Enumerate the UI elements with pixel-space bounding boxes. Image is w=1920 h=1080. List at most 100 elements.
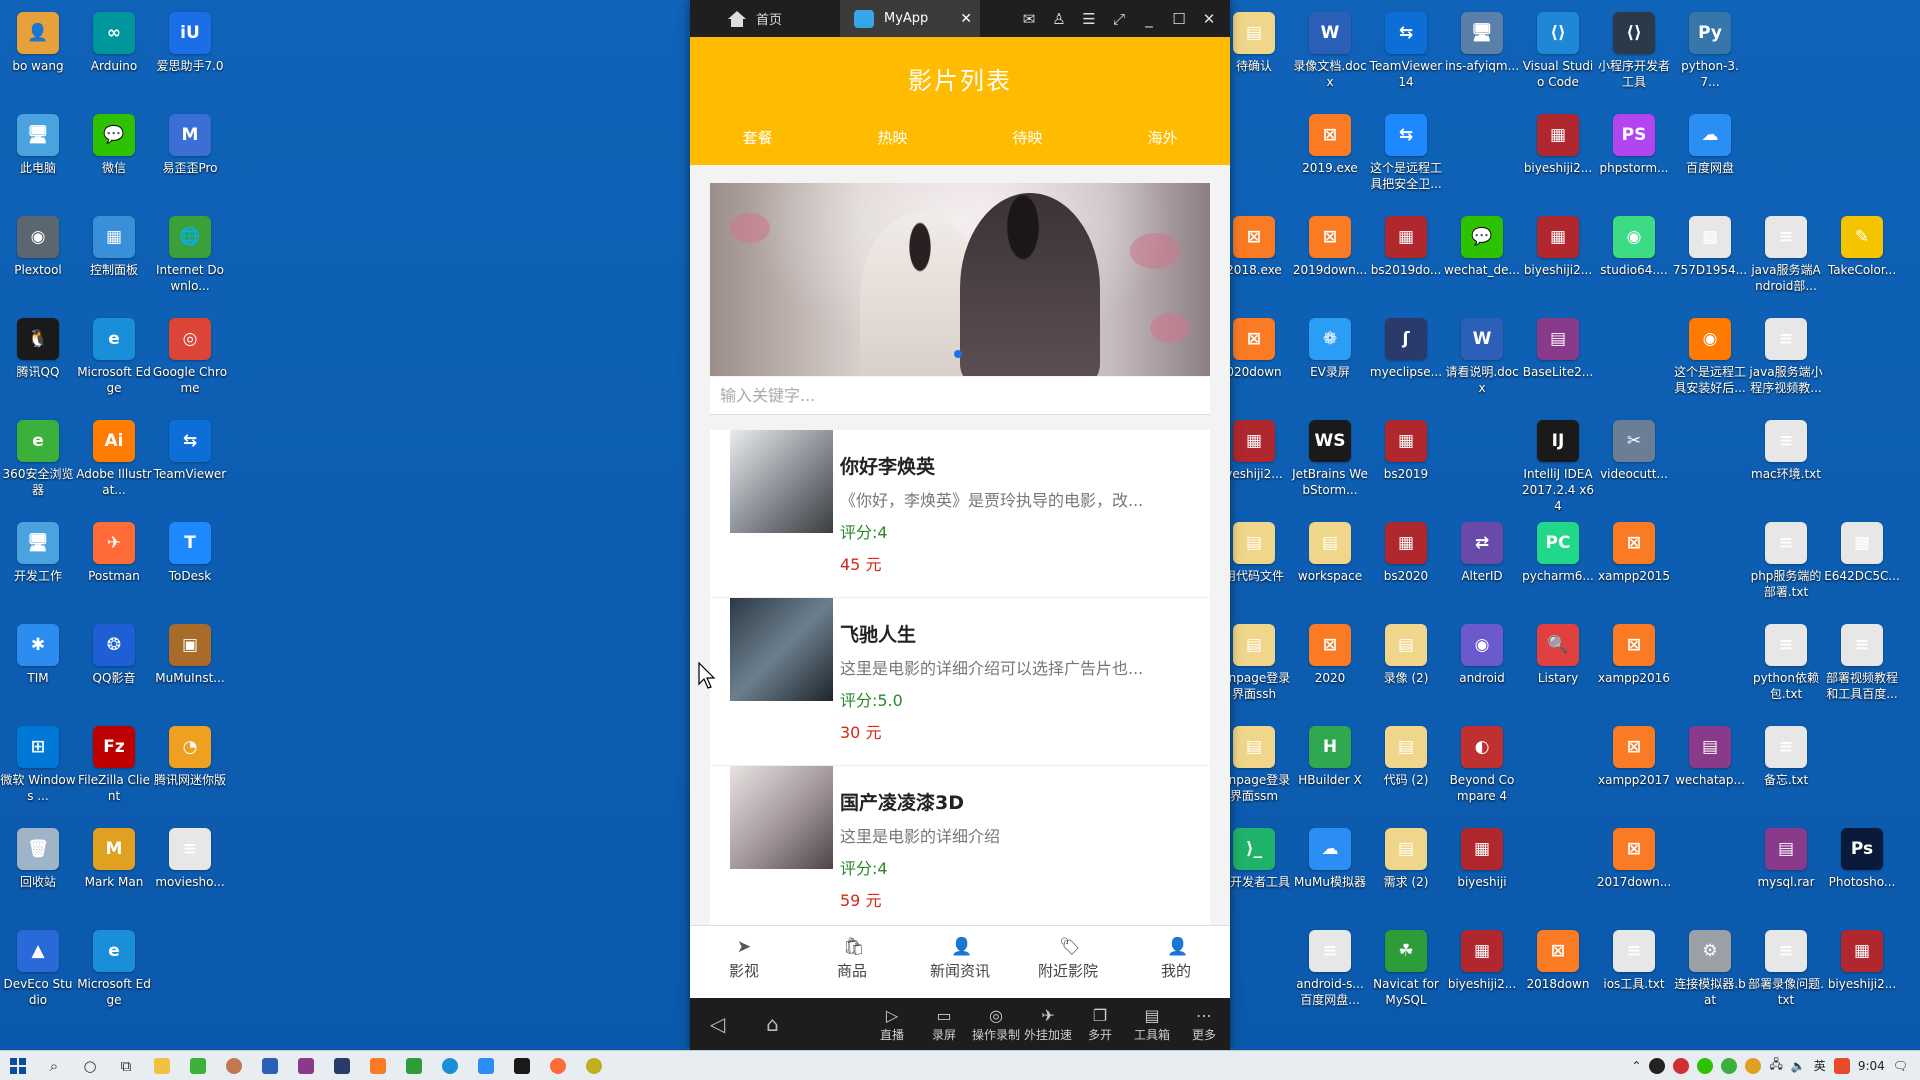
desktop-icon[interactable]: ⊠ 2017down...	[1596, 822, 1672, 890]
desktop-icon[interactable]: ▦ biyeshiji2...	[1824, 924, 1900, 992]
nav-mine[interactable]: 👤 我的	[1122, 926, 1230, 998]
desktop-icon[interactable]: ☁ MuMu模拟器	[1292, 822, 1368, 890]
desktop-icon[interactable]: ▦ biyeshiji	[1444, 822, 1520, 890]
close-icon[interactable]: ✕	[1200, 10, 1218, 28]
desktop-icon[interactable]: WS JetBrains WebStorm...	[1292, 414, 1368, 498]
emulator-tool[interactable]: ◎ 操作录制	[970, 1006, 1022, 1043]
taskbar-app-navicat[interactable]	[396, 1051, 432, 1080]
desktop-icon[interactable]: ⇆ TeamViewer 14	[1368, 6, 1444, 90]
nav-goods[interactable]: 🛍 商品	[798, 926, 906, 998]
desktop-icon[interactable]: ≡ 备忘.txt	[1748, 720, 1824, 788]
desktop-icon[interactable]: ⇄ AlterID	[1444, 516, 1520, 584]
taskbar-app-360[interactable]	[180, 1051, 216, 1080]
desktop-icon[interactable]: 🔍 Listary	[1520, 618, 1596, 686]
desktop-icon[interactable]: ▣ MuMuInst...	[152, 618, 228, 686]
desktop-icon[interactable]: ▤ 代码 (2)	[1368, 720, 1444, 788]
desktop-icon[interactable]: ☁ 百度网盘	[1672, 108, 1748, 176]
desktop-icon[interactable]: ◉ Plextool	[0, 210, 76, 278]
desktop-icon[interactable]: IJ IntelliJ IDEA 2017.2.4 x64	[1520, 414, 1596, 514]
search-icon[interactable]: ⌕	[36, 1051, 72, 1080]
taskbar-app-myeclipse[interactable]	[324, 1051, 360, 1080]
taskbar-app-ide[interactable]	[504, 1051, 540, 1080]
volume-icon[interactable]: 🔈	[1791, 1059, 1806, 1073]
desktop-icon[interactable]: W 请看说明.docx	[1444, 312, 1520, 396]
movie-item[interactable]: 你好李焕英 《你好，李焕英》是贾玲执导的电影，改... 评分:4 45 元	[710, 430, 1210, 598]
desktop-icon[interactable]: iU 爱思助手7.0	[152, 6, 228, 74]
desktop-icon[interactable]: ▲ DevEco Studio	[0, 924, 76, 1008]
search-input[interactable]	[720, 386, 1210, 405]
desktop-icon[interactable]: Py python-3.7...	[1672, 6, 1748, 90]
desktop-icon[interactable]: H HBuilder X	[1292, 720, 1368, 788]
desktop-icon[interactable]: 💬 微信	[76, 108, 152, 176]
desktop-icon[interactable]: 🌐 Internet Downlo...	[152, 210, 228, 294]
desktop-icon[interactable]: ◎ Google Chrome	[152, 312, 228, 396]
nav-news[interactable]: 👤 新闻资讯	[906, 926, 1014, 998]
emulator-tool[interactable]: ▭ 录屏	[918, 1006, 970, 1043]
back-icon[interactable]: ◁	[690, 1012, 745, 1036]
desktop-icon[interactable]: M Mark Man	[76, 822, 152, 890]
emulator-tool[interactable]: ⋯ 更多	[1178, 1006, 1230, 1043]
minimize-icon[interactable]: _	[1140, 10, 1158, 28]
desktop-icon[interactable]: ▦ bs2019do...	[1368, 210, 1444, 278]
search-bar[interactable]	[710, 377, 1210, 415]
desktop-icon[interactable]: 🖥 此电脑	[0, 108, 76, 176]
tray-app-icon[interactable]	[1745, 1057, 1762, 1074]
desktop-icon[interactable]: ✱ TIM	[0, 618, 76, 686]
desktop-icon[interactable]: ▤ mysql.rar	[1748, 822, 1824, 890]
desktop-icon[interactable]: ◉ 这个是远程工具安装好后...	[1672, 312, 1748, 396]
desktop-icon[interactable]: ▩ E642DC5C...	[1824, 516, 1900, 584]
desktop-icon[interactable]: ▦ bs2019	[1368, 414, 1444, 482]
maximize-icon[interactable]: ☐	[1170, 10, 1188, 28]
desktop-icon[interactable]: W 录像文档.docx	[1292, 6, 1368, 90]
banner-carousel[interactable]	[710, 183, 1210, 376]
start-button[interactable]	[0, 1051, 36, 1080]
desktop-icon[interactable]: e Microsoft Edge	[76, 924, 152, 1008]
desktop-icon[interactable]: Ps Photosho...	[1824, 822, 1900, 890]
emulator-tool[interactable]: ✈ 外挂加速	[1022, 1006, 1074, 1043]
desktop-icon[interactable]: 🖥 开发工作	[0, 516, 76, 584]
desktop-icon[interactable]: ◔ 腾讯网迷你版	[152, 720, 228, 788]
wechat-tray-icon[interactable]	[1697, 1057, 1714, 1074]
taskbar-app-avatar[interactable]	[216, 1051, 252, 1080]
notification-icon[interactable]: 🗨	[1893, 1059, 1908, 1073]
desktop-icon[interactable]: M 易歪歪Pro	[152, 108, 228, 176]
taskbar-app-rar[interactable]	[288, 1051, 324, 1080]
desktop-icon[interactable]: ▦ biyeshiji2...	[1444, 924, 1520, 992]
tab-overseas[interactable]: 海外	[1095, 127, 1230, 148]
task-view-icon[interactable]: ⧉	[108, 1051, 144, 1080]
desktop-icon[interactable]: T ToDesk	[152, 516, 228, 584]
movie-item[interactable]: 飞驰人生 这里是电影的详细介绍可以选择广告片也... 评分:5.0 30 元	[710, 598, 1210, 766]
desktop-icon[interactable]: ▤ BaseLite2...	[1520, 312, 1596, 380]
taskbar-app-mumu[interactable]	[468, 1051, 504, 1080]
desktop-icon[interactable]: ▦ biyeshiji2...	[1520, 108, 1596, 176]
desktop-icon[interactable]: ✈ Postman	[76, 516, 152, 584]
clock[interactable]: 9:04	[1858, 1059, 1885, 1073]
desktop-icon[interactable]: ▦ biyeshiji2...	[1520, 210, 1596, 278]
taskbar-app-word[interactable]	[252, 1051, 288, 1080]
desktop-icon[interactable]: ⊠ 2020	[1292, 618, 1368, 686]
desktop-icon[interactable]: ⟨⟩ Visual Studio Code	[1520, 6, 1596, 90]
close-tab-icon[interactable]: ✕	[960, 11, 972, 27]
desktop-icon[interactable]: e 360安全浏览器	[0, 414, 76, 498]
desktop-icon[interactable]: 💬 wechat_de...	[1444, 210, 1520, 278]
desktop-icon[interactable]: 🐧 腾讯QQ	[0, 312, 76, 380]
desktop-icon[interactable]: PS phpstorm...	[1596, 108, 1672, 176]
desktop-icon[interactable]: Ai Adobe Illustrat...	[76, 414, 152, 498]
desktop-icon[interactable]: PC pycharm6...	[1520, 516, 1596, 584]
network-icon[interactable]: 🖧	[1769, 1055, 1782, 1076]
desktop-icon[interactable]: ❂ QQ影音	[76, 618, 152, 686]
desktop-icon[interactable]: ▩ 757D1954...	[1672, 210, 1748, 278]
desktop-icon[interactable]: ʃ myeclipse...	[1368, 312, 1444, 380]
desktop-icon[interactable]: ≡ moviesho...	[152, 822, 228, 890]
desktop-icon[interactable]: ⚙ 连接模拟器.bat	[1672, 924, 1748, 1008]
desktop-icon[interactable]: ▤ 录像 (2)	[1368, 618, 1444, 686]
tab-coming-soon[interactable]: 待映	[960, 127, 1095, 148]
taskbar-app-postman[interactable]	[540, 1051, 576, 1080]
desktop-icon[interactable]: ⊠ xampp2015	[1596, 516, 1672, 584]
desktop-icon[interactable]: ⇆ 这个是远程工具把安全卫...	[1368, 108, 1444, 192]
desktop-icon[interactable]: ⊞ 微软 Windows ...	[0, 720, 76, 804]
desktop-icon[interactable]: ▤ workspace	[1292, 516, 1368, 584]
fullscreen-icon[interactable]: ⤢	[1110, 10, 1128, 28]
desktop-icon[interactable]: ≡ android-s...百度网盘...	[1292, 924, 1368, 1008]
nav-movies[interactable]: ➤ 影视	[690, 926, 798, 998]
